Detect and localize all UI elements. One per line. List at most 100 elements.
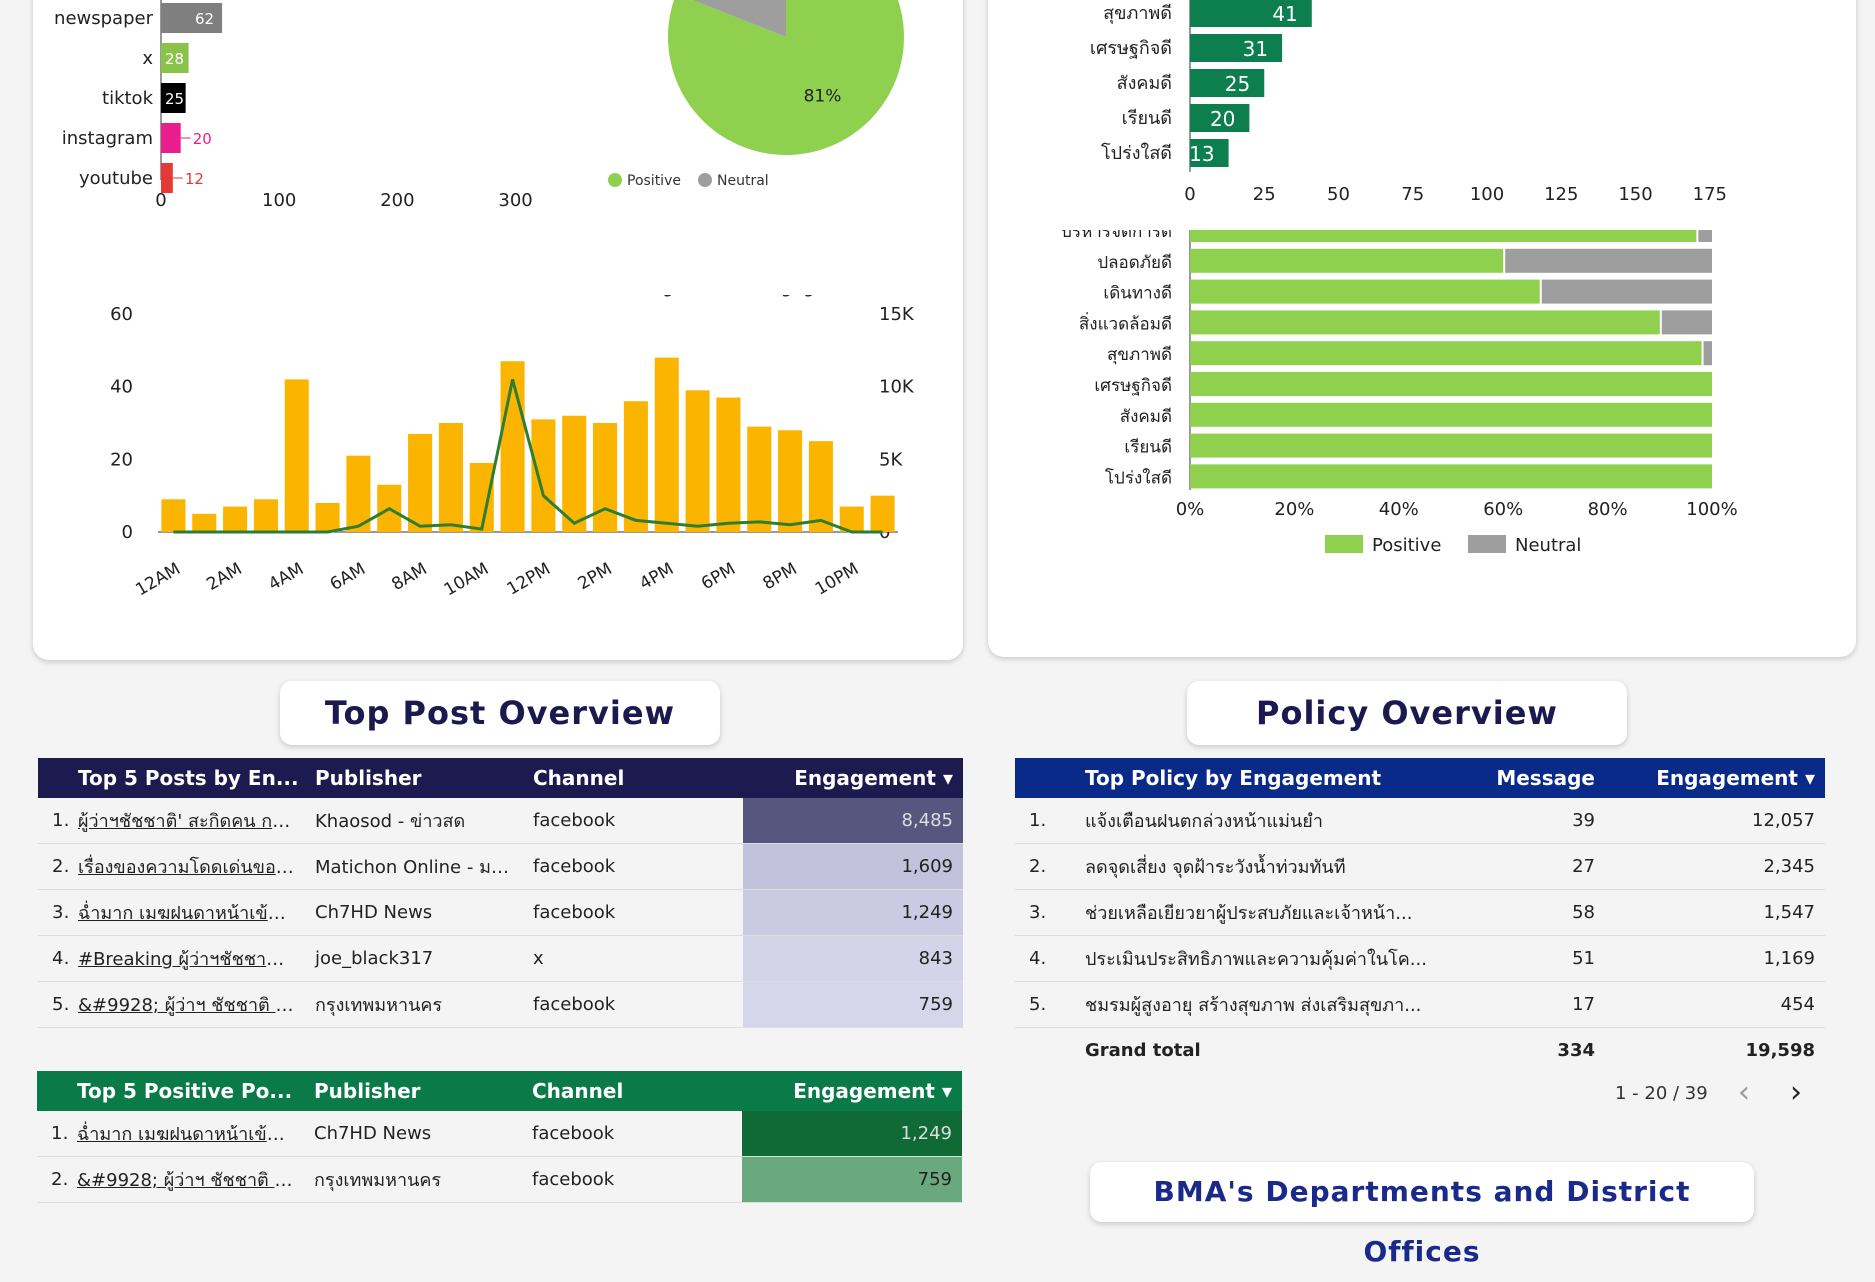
row-index: 1.: [37, 1111, 67, 1157]
top-posts-header: Top 5 Posts by En... Publisher Channel E…: [38, 758, 963, 798]
message-cell: 39: [1475, 798, 1605, 844]
positive-engagement-column-header[interactable]: Engagement ▾: [742, 1071, 962, 1111]
policy-category-label: เรียนดี: [1122, 108, 1172, 129]
channel-column-header[interactable]: Channel: [523, 758, 743, 798]
policy-engagement-column-header[interactable]: Engagement ▾: [1605, 758, 1825, 798]
table-row[interactable]: 1. แจ้งเตือนฝนตกล่วงหน้าแม่นยำ 39 12,057: [1015, 798, 1825, 844]
right-axis-tick: 5K: [879, 449, 903, 470]
publisher-cell: Ch7HD News: [304, 1111, 522, 1157]
policy-sent-legend-marker: [1325, 535, 1363, 553]
policy-sent-category-label: เศรษฐกิจดี: [1094, 376, 1172, 396]
top-post-overview-title: Top Post Overview: [280, 681, 720, 745]
message-cell: 27: [1475, 843, 1605, 890]
table-row[interactable]: 2. ลดจุดเสี่ยง จุดฝ้าระวังน้ำท่วมทันที 27 2…: [1015, 843, 1825, 890]
hourly-message-bar: [315, 502, 340, 532]
table-row[interactable]: 2. &#9928; ผู้ว่าฯ ชัชชาติ ติ... กรุงเทพมห…: [37, 1156, 962, 1203]
policy-sent-tick-label: 80%: [1588, 499, 1628, 520]
message-cell: 17: [1475, 981, 1605, 1028]
pie-slice-label: 81%: [804, 87, 842, 107]
pagination-status: 1 - 20 / 39: [1615, 1083, 1708, 1104]
policy-sent-category-label: โปร่งใสดี: [1105, 467, 1172, 488]
channel-tick-label: 0: [155, 190, 166, 211]
policy-sent-positive-bar: [1190, 464, 1712, 489]
channel-data-label: 25: [165, 90, 184, 108]
table-row[interactable]: 5. &#9928; ผู้ว่าฯ ชัชชาติ ติ... กรุงเทพมห…: [38, 981, 963, 1028]
positive-publisher-column-header[interactable]: Publisher: [304, 1071, 522, 1111]
channel-data-label: 28: [165, 50, 184, 68]
policy-category-label: สังคมดี: [1117, 73, 1172, 94]
hourly-message-bar: [469, 462, 494, 532]
bma-departments-title: BMA's Departments and District Offices: [1090, 1162, 1754, 1268]
post-link[interactable]: &#9928; ผู้ว่าฯ ชัชชาติ ติ...: [68, 981, 305, 1028]
policy-sent-legend-marker: [1468, 535, 1506, 553]
post-link[interactable]: เรื่องของความโดดเด่นของ...: [68, 843, 305, 890]
channel-cell: facebook: [522, 1111, 742, 1157]
policy-sent-positive-bar: [1190, 248, 1504, 273]
chevron-right-icon[interactable]: ›: [1790, 1075, 1802, 1110]
post-link[interactable]: ฉ่ำมาก เมฆฝนดาหน้าเข้ากท...: [67, 1111, 304, 1157]
row-index: 5.: [38, 981, 68, 1028]
hourly-x-tick: 10AM: [441, 559, 493, 600]
message-column-header[interactable]: Message: [1475, 758, 1605, 798]
channel-tick-label: 300: [498, 190, 532, 211]
hourly-x-tick: 2AM: [203, 559, 245, 595]
table-row[interactable]: 1. ผู้ว่าฯชัชชาติ' สะกิดคน กท... Khaosod -…: [38, 798, 963, 844]
hourly-message-bar: [654, 357, 679, 532]
table-row[interactable]: 4. ประเมินประสิทธิภาพและความคุ้มค่าในโค..…: [1015, 935, 1825, 982]
policy-data-label: 31: [1243, 37, 1268, 61]
hourly-x-tick: 2PM: [575, 559, 616, 594]
post-link[interactable]: &#9928; ผู้ว่าฯ ชัชชาติ ติ...: [67, 1156, 304, 1203]
publisher-column-header[interactable]: Publisher: [305, 758, 523, 798]
post-link[interactable]: ผู้ว่าฯชัชชาติ' สะกิดคน กท...: [68, 798, 305, 844]
table-row[interactable]: 3. ฉ่ำมาก เมฆฝนดาหน้าเข้ากท... Ch7HD News f…: [38, 889, 963, 936]
top-positive-header: Top 5 Positive Po... Publisher Channel E…: [37, 1071, 962, 1111]
hourly-x-tick: 8PM: [760, 559, 801, 594]
pie-legend-marker: [608, 173, 622, 187]
engagement-column-header[interactable]: Engagement ▾: [743, 758, 963, 798]
policy-sent-tick-label: 60%: [1483, 499, 1523, 520]
channel-category-label: instagram: [62, 128, 153, 149]
policy-sent-neutral-bar: [1541, 279, 1712, 304]
positive-channel-column-header[interactable]: Channel: [522, 1071, 742, 1111]
legend-engagement-label: Engagement: [758, 295, 873, 298]
engagement-cell: 1,249: [743, 889, 963, 936]
table-row[interactable]: 4. #Breaking ผู้ว่าฯชัชชาติ ... joe_black3…: [38, 935, 963, 982]
hourly-x-tick: 6AM: [327, 559, 369, 595]
channel-tick-label: 200: [380, 190, 414, 211]
policy-tick-label: 75: [1401, 184, 1424, 205]
policy-sent-category-label: บริหารจัดการดี: [1061, 230, 1172, 242]
policy-sent-positive-bar: [1190, 310, 1660, 335]
policy-column-header[interactable]: Top Policy by Engagement: [1075, 758, 1475, 798]
channel-cell: facebook: [523, 798, 743, 844]
hourly-x-tick: 4AM: [265, 559, 307, 595]
policy-tick-label: 0: [1184, 184, 1195, 205]
grand-total-label: Grand total: [1085, 1040, 1201, 1061]
hourly-x-tick: 12PM: [504, 559, 554, 600]
hourly-message-bar: [747, 426, 772, 532]
channel-category-label: youtube: [79, 168, 153, 189]
policy-sent-positive-bar: [1190, 279, 1540, 304]
policy-data-label: 41: [1272, 2, 1297, 26]
policy-category-label: สุขภาพดี: [1103, 3, 1172, 24]
post-link[interactable]: #Breaking ผู้ว่าฯชัชชาติ ...: [68, 935, 305, 982]
hourly-message-bar: [408, 433, 433, 532]
chevron-left-icon[interactable]: ‹: [1738, 1075, 1750, 1110]
table-row[interactable]: 1. ฉ่ำมาก เมฆฝนดาหน้าเข้ากท... Ch7HD News f…: [37, 1111, 962, 1157]
right-axis-tick: 10K: [879, 377, 915, 398]
post-link[interactable]: ฉ่ำมาก เมฆฝนดาหน้าเข้ากท...: [68, 889, 305, 936]
hourly-message-bar: [161, 499, 186, 532]
engagement-cell: 1,249: [742, 1111, 962, 1157]
post-column-header[interactable]: Top 5 Posts by En...: [68, 758, 305, 798]
hourly-message-bar: [685, 390, 710, 532]
policy-sent-positive-bar: [1190, 341, 1702, 366]
table-row[interactable]: 3. ช่วยเหลือเยียวยาผู้ประสบภัยและเจ้าหน้า…: [1015, 889, 1825, 936]
positive-post-column-header[interactable]: Top 5 Positive Po...: [67, 1071, 304, 1111]
hourly-message-bar: [716, 397, 741, 532]
policy-sent-positive-bar: [1190, 402, 1712, 427]
channel-bar: [161, 123, 181, 153]
publisher-cell: กรุงเทพมหานคร: [304, 1156, 522, 1203]
table-row[interactable]: 5. ชมรมผู้สูงอายุ สร้างสุขภาพ ส่งเสริมสุข…: [1015, 981, 1825, 1028]
policy-engagement-cell: 2,345: [1605, 843, 1825, 890]
engagement-cell: 843: [743, 935, 963, 982]
table-row[interactable]: 2. เรื่องของความโดดเด่นของ... Matichon Onl…: [38, 843, 963, 890]
